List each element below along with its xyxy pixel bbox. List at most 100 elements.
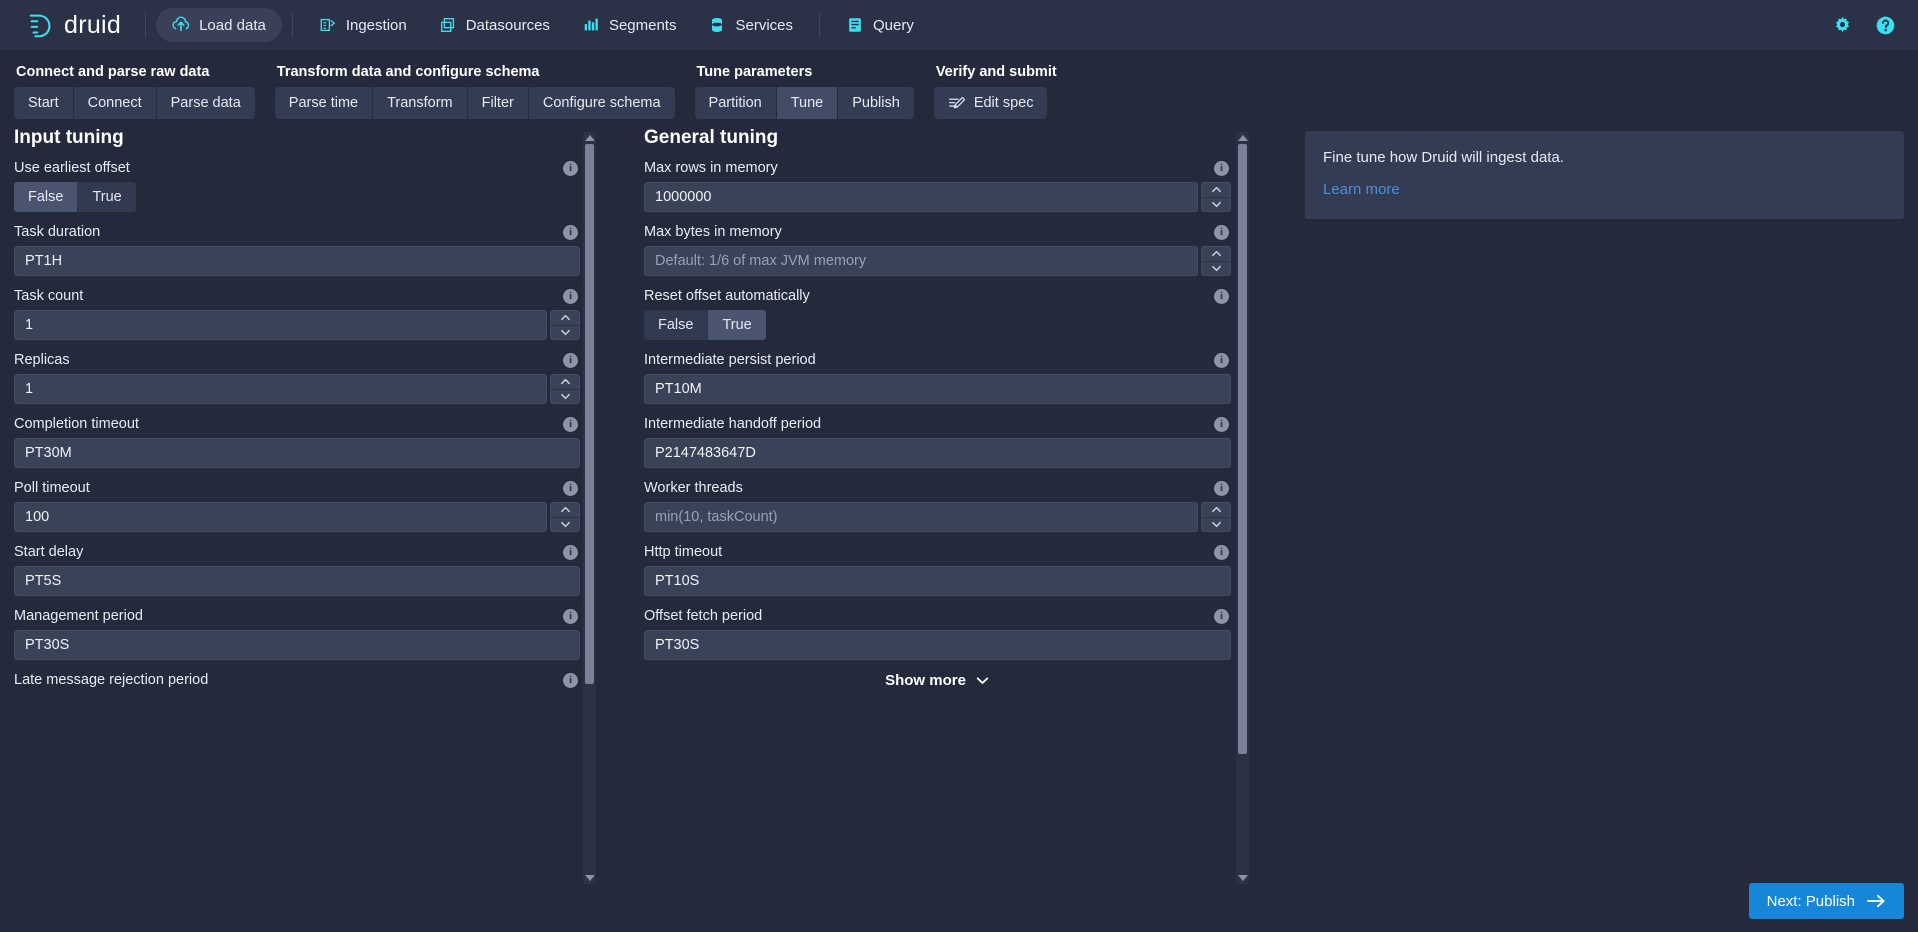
task-count-input[interactable]: 1 [14, 310, 547, 340]
info-icon[interactable]: i [563, 160, 578, 176]
stepper-down-button[interactable] [1201, 262, 1231, 277]
step-button-parse-data[interactable]: Parse data [156, 87, 255, 119]
step-button-tune[interactable]: Tune [776, 87, 839, 119]
stepper-up-button[interactable] [550, 374, 580, 390]
scrollbar-up-arrow[interactable] [584, 135, 595, 141]
scrollbar-thumb[interactable] [585, 144, 594, 684]
info-icon[interactable]: i [563, 288, 578, 304]
intermediate-handoff-period-input[interactable]: P2147483647D [644, 438, 1231, 468]
info-icon[interactable]: i [1214, 480, 1229, 496]
reset-offset-true[interactable]: True [708, 310, 766, 340]
info-icon[interactable]: i [563, 224, 578, 240]
info-icon[interactable]: i [563, 608, 578, 624]
replicas-stepper[interactable] [550, 374, 580, 404]
show-more-button[interactable]: Show more [644, 672, 1231, 689]
management-period-input[interactable]: PT30S [14, 630, 580, 660]
nav-item-segments[interactable]: Segments [566, 8, 693, 42]
scrollbar-down-arrow[interactable] [584, 875, 595, 881]
help-icon[interactable] [1875, 15, 1896, 36]
start-delay-input[interactable]: PT5S [14, 566, 580, 596]
info-icon[interactable]: i [563, 480, 578, 496]
poll-timeout-input[interactable]: 100 [14, 502, 547, 532]
scrollbar-down-arrow[interactable] [1237, 875, 1248, 881]
info-icon[interactable]: i [563, 672, 578, 688]
nav-right-actions [1832, 15, 1896, 36]
brand[interactable]: druid [18, 5, 135, 45]
field-poll-timeout-labelrow: Poll timeout i [14, 480, 580, 496]
stepper-up-button[interactable] [1201, 182, 1231, 198]
step-button-transform[interactable]: Transform [373, 87, 468, 119]
stepper-down-button[interactable] [1201, 518, 1231, 533]
scrollbar-track[interactable] [583, 144, 596, 872]
use-earliest-offset-true[interactable]: True [78, 182, 136, 212]
upload-cloud-icon [172, 16, 190, 32]
max-bytes-in-memory-input[interactable]: Default: 1/6 of max JVM memory [644, 246, 1198, 276]
reset-offset-false[interactable]: False [644, 310, 709, 340]
http-timeout-input[interactable]: PT10S [644, 566, 1231, 596]
worker-threads-stepper[interactable] [1201, 502, 1231, 532]
nav-item-query[interactable]: Query [830, 8, 930, 42]
input-tuning-title: Input tuning [14, 127, 124, 148]
input-tuning-scrollbar[interactable] [583, 132, 596, 884]
stepper-down-button[interactable] [550, 518, 580, 533]
field-completion-timeout-label: Completion timeout [14, 416, 139, 432]
next-publish-button[interactable]: Next: Publish [1748, 883, 1904, 919]
chevron-down-icon [560, 522, 570, 528]
nav-item-services[interactable]: Services [692, 8, 809, 42]
task-count-stepper[interactable] [550, 310, 580, 340]
task-duration-input[interactable]: PT1H [14, 246, 580, 276]
general-tuning-scrollbar[interactable] [1236, 132, 1249, 884]
worker-threads-input[interactable]: min(10, taskCount) [644, 502, 1198, 532]
info-icon[interactable]: i [1214, 608, 1229, 624]
info-icon[interactable]: i [563, 416, 578, 432]
step-button-connect[interactable]: Connect [73, 87, 157, 119]
max-rows-in-memory-input[interactable]: 1000000 [644, 182, 1198, 212]
field-late-message-rejection-period-labelrow: Late message rejection period i [14, 672, 580, 688]
info-icon[interactable]: i [1214, 416, 1229, 432]
stepper-down-button[interactable] [1201, 198, 1231, 213]
field-intermediate-persist-period-labelrow: Intermediate persist period i [644, 352, 1231, 368]
info-icon[interactable]: i [1214, 160, 1229, 176]
info-icon[interactable]: i [1214, 288, 1229, 304]
stepper-up-button[interactable] [1201, 246, 1231, 262]
completion-timeout-input[interactable]: PT30M [14, 438, 580, 468]
intermediate-persist-period-input[interactable]: PT10M [644, 374, 1231, 404]
replicas-input[interactable]: 1 [14, 374, 547, 404]
scrollbar-up-arrow[interactable] [1237, 135, 1248, 141]
poll-timeout-stepper[interactable] [550, 502, 580, 532]
step-button-parse-time[interactable]: Parse time [274, 87, 374, 119]
nav-divider-3 [819, 12, 821, 38]
stepper-up-button[interactable] [550, 310, 580, 326]
info-icon[interactable]: i [563, 352, 578, 368]
stepper-down-button[interactable] [550, 326, 580, 341]
gear-icon[interactable] [1832, 15, 1853, 36]
stepper-up-button[interactable] [550, 502, 580, 518]
use-earliest-offset-false[interactable]: False [14, 182, 79, 212]
scrollbar-thumb[interactable] [1238, 144, 1247, 754]
scrollbar-track[interactable] [1236, 144, 1249, 872]
step-button-edit-spec[interactable]: Edit spec [933, 87, 1048, 119]
stepper-down-button[interactable] [550, 390, 580, 405]
info-icon[interactable]: i [1214, 544, 1229, 560]
info-icon[interactable]: i [1214, 224, 1229, 240]
learn-more-link[interactable]: Learn more [1323, 181, 1400, 198]
field-completion-timeout: Completion timeout i PT30M [14, 416, 580, 468]
step-button-publish[interactable]: Publish [838, 87, 914, 119]
max-bytes-in-memory-stepper[interactable] [1201, 246, 1231, 276]
arrow-right-icon [1867, 894, 1885, 908]
step-button-start[interactable]: Start [14, 87, 74, 119]
info-icon[interactable]: i [563, 544, 578, 560]
nav-item-datasources[interactable]: Datasources [423, 8, 566, 42]
max-rows-in-memory-stepper[interactable] [1201, 182, 1231, 212]
step-group-transform: Transform data and configure schema Pars… [274, 64, 675, 119]
step-button-configure-schema[interactable]: Configure schema [528, 87, 675, 119]
offset-fetch-period-input[interactable]: PT30S [644, 630, 1231, 660]
nav-item-load-data[interactable]: Load data [156, 8, 282, 42]
info-icon[interactable]: i [1214, 352, 1229, 368]
step-button-filter[interactable]: Filter [467, 87, 529, 119]
nav-item-ingestion[interactable]: Ingestion [303, 8, 423, 42]
field-max-rows-in-memory: Max rows in memory i 1000000 [644, 160, 1231, 212]
query-icon [849, 18, 861, 32]
stepper-up-button[interactable] [1201, 502, 1231, 518]
step-button-partition[interactable]: Partition [694, 87, 777, 119]
